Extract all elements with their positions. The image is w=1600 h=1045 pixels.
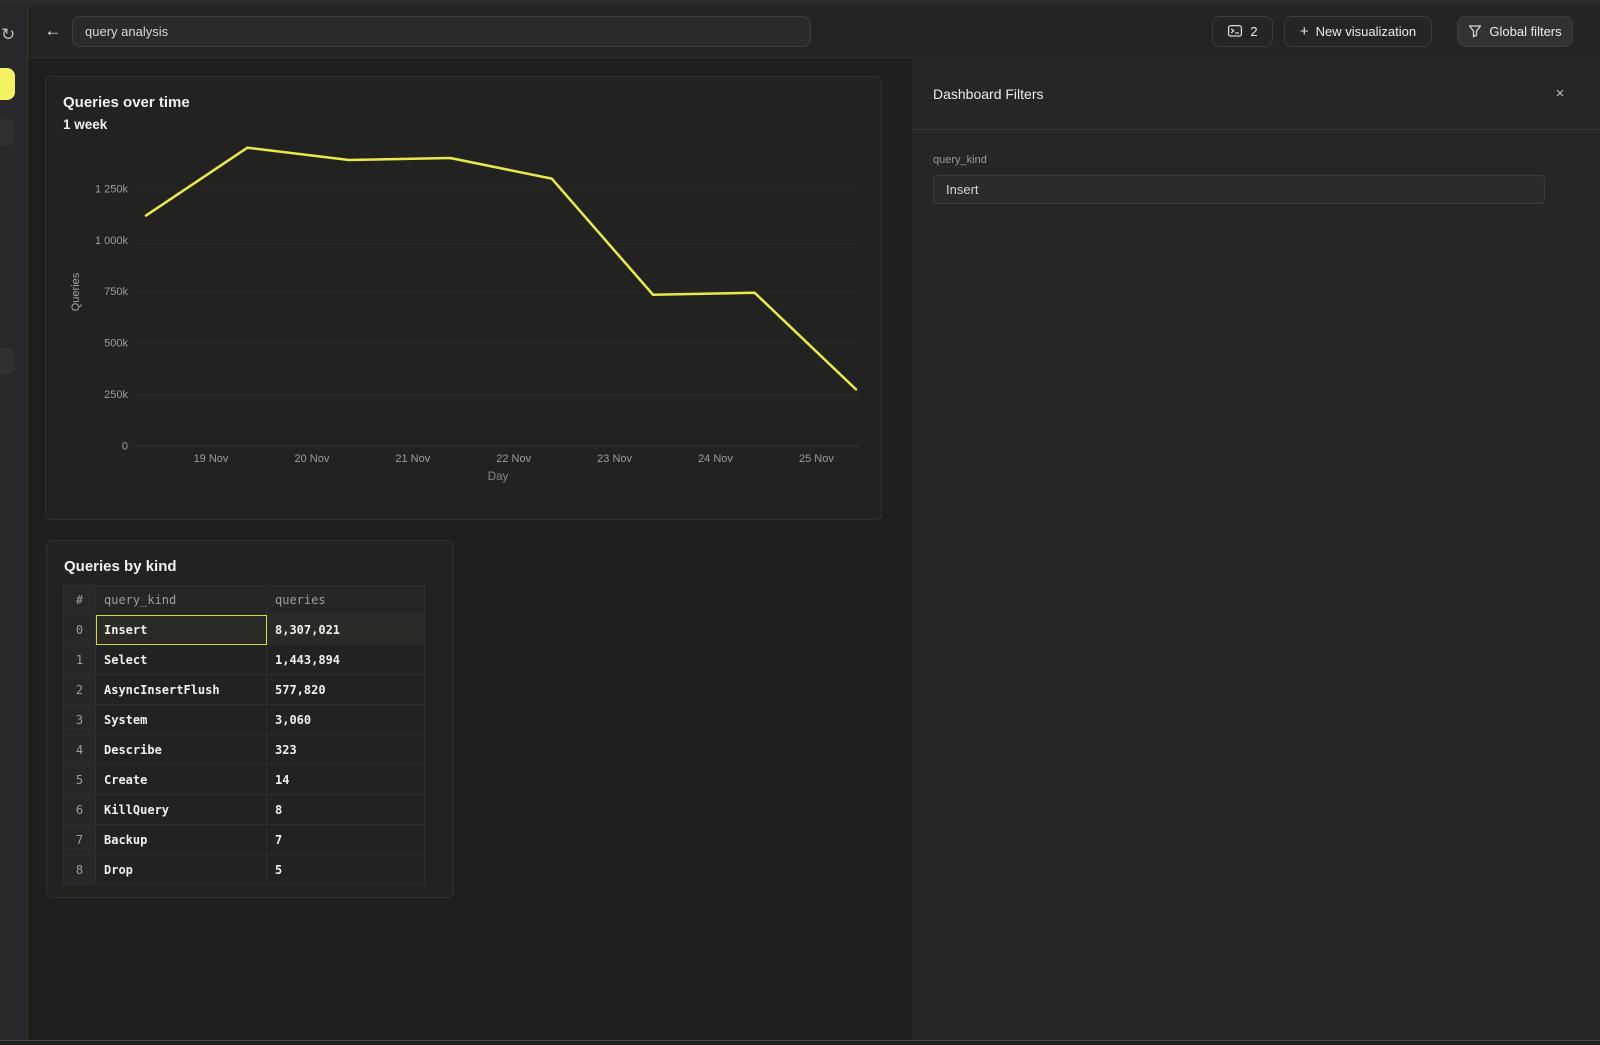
queries-value-cell[interactable]: 323	[267, 735, 425, 765]
query-kind-cell[interactable]: Backup	[96, 825, 267, 855]
rail-item[interactable]	[0, 348, 15, 375]
row-index-cell: 6	[64, 795, 96, 825]
dashboard-title-input[interactable]	[72, 16, 811, 47]
table-header-row: #query_kindqueries	[64, 586, 425, 615]
table-row: 1Select1,443,894	[64, 645, 425, 675]
query-kind-filter-input[interactable]	[933, 175, 1545, 204]
queries-over-time-card: 0 250k 500k 750k 1 000k 1 250k Queries 19 Nov 20…	[45, 76, 882, 520]
back-button[interactable]: ←	[40, 18, 66, 44]
chart-subtitle: 1 week	[63, 117, 107, 132]
topbar: ← 2 + New visualization Global filters	[28, 5, 1600, 58]
table-row: 4Describe323	[64, 735, 425, 765]
query-kind-cell[interactable]: Describe	[96, 735, 267, 765]
table-row: 0Insert8,307,021	[64, 615, 425, 645]
dashboard-filters-panel: Dashboard Filters × query_kind	[912, 58, 1600, 1040]
y-tick-label: 500k	[104, 338, 128, 350]
console-icon	[1227, 23, 1243, 39]
queries-value-cell[interactable]: 7	[267, 825, 425, 855]
x-tick-label: 24 Nov	[698, 453, 733, 465]
global-filters-button[interactable]: Global filters	[1457, 16, 1573, 47]
rail-item[interactable]	[0, 119, 15, 146]
window-bottom-edge	[0, 1040, 1600, 1045]
console-count: 2	[1250, 24, 1257, 39]
queries-value-cell[interactable]: 3,060	[267, 705, 425, 735]
close-icon[interactable]: ×	[1550, 84, 1570, 104]
sql-console-button[interactable]: 2	[1212, 16, 1273, 47]
column-header-index: #	[64, 586, 96, 615]
global-filters-label: Global filters	[1489, 24, 1561, 39]
queries-value-cell[interactable]: 8,307,021	[267, 615, 425, 645]
row-index-cell: 5	[64, 765, 96, 795]
query-kind-cell[interactable]: Drop	[96, 855, 267, 885]
row-index-cell: 4	[64, 735, 96, 765]
column-header-queries: queries	[267, 586, 425, 615]
query-kind-cell[interactable]: System	[96, 705, 267, 735]
column-header-query_kind: query_kind	[96, 586, 267, 615]
queries-value-cell[interactable]: 1,443,894	[267, 645, 425, 675]
x-tick-label: 25 Nov	[799, 453, 834, 465]
plus-icon: +	[1300, 24, 1309, 39]
queries-over-time-chart[interactable]: 0 250k 500k 750k 1 000k 1 250k Queries 19 Nov 20…	[46, 77, 881, 519]
filters-panel-body: query_kind	[912, 130, 1600, 204]
x-tick-label: 22 Nov	[496, 453, 531, 465]
dashboard-page: ↻ ← 2 + New visualization Global filters	[0, 0, 1600, 1045]
queries-value-cell[interactable]: 5	[267, 855, 425, 885]
filter-funnel-icon	[1468, 24, 1482, 38]
row-index-cell: 0	[64, 615, 96, 645]
queries-value-cell[interactable]: 14	[267, 765, 425, 795]
new-visualization-button[interactable]: + New visualization	[1284, 16, 1432, 47]
filters-panel-header: Dashboard Filters ×	[912, 58, 1600, 130]
queries-by-kind-table: #query_kindqueries0Insert8,307,0211Selec…	[63, 585, 425, 885]
queries-value-cell[interactable]: 8	[267, 795, 425, 825]
y-tick-label: 0	[122, 441, 128, 453]
row-index-cell: 1	[64, 645, 96, 675]
table-title: Queries by kind	[64, 558, 177, 575]
rail-item-active[interactable]	[0, 68, 15, 100]
row-index-cell: 2	[64, 675, 96, 705]
queries-series-line[interactable]	[146, 148, 856, 390]
query-kind-cell[interactable]: Create	[96, 765, 267, 795]
row-index-cell: 7	[64, 825, 96, 855]
row-index-cell: 3	[64, 705, 96, 735]
y-tick-label: 1 000k	[95, 235, 129, 247]
new-visualization-label: New visualization	[1316, 24, 1416, 39]
query-kind-cell[interactable]: Insert	[96, 615, 267, 645]
x-tick-label: 21 Nov	[395, 453, 430, 465]
x-tick-label: 23 Nov	[597, 453, 632, 465]
table-row: 6KillQuery8	[64, 795, 425, 825]
table-row: 8Drop5	[64, 855, 425, 885]
row-index-cell: 8	[64, 855, 96, 885]
queries-value-cell[interactable]: 577,820	[267, 675, 425, 705]
query-kind-cell[interactable]: Select	[96, 645, 267, 675]
query-kind-cell[interactable]: AsyncInsertFlush	[96, 675, 267, 705]
query-kind-cell[interactable]: KillQuery	[96, 795, 267, 825]
table-row: 3System3,060	[64, 705, 425, 735]
chart-title: Queries over time	[63, 94, 190, 111]
refresh-icon[interactable]: ↻	[0, 22, 28, 48]
y-tick-label: 1 250k	[95, 183, 129, 195]
table-wrap: #query_kindqueries0Insert8,307,0211Selec…	[63, 585, 425, 885]
table-row: 5Create14	[64, 765, 425, 795]
y-tick-label: 250k	[104, 389, 128, 401]
table-row: 7Backup7	[64, 825, 425, 855]
x-axis-title: Day	[488, 471, 509, 483]
left-rail: ↻	[0, 5, 28, 1040]
filter-field-label: query_kind	[933, 154, 1545, 166]
filters-panel-title: Dashboard Filters	[933, 86, 1044, 102]
queries-by-kind-card: Queries by kind #query_kindqueries0Inser…	[46, 540, 454, 898]
x-tick-label: 20 Nov	[294, 453, 329, 465]
y-axis-title: Queries	[70, 272, 82, 311]
table-row: 2AsyncInsertFlush577,820	[64, 675, 425, 705]
y-tick-label: 750k	[104, 286, 128, 298]
x-tick-label: 19 Nov	[194, 453, 229, 465]
